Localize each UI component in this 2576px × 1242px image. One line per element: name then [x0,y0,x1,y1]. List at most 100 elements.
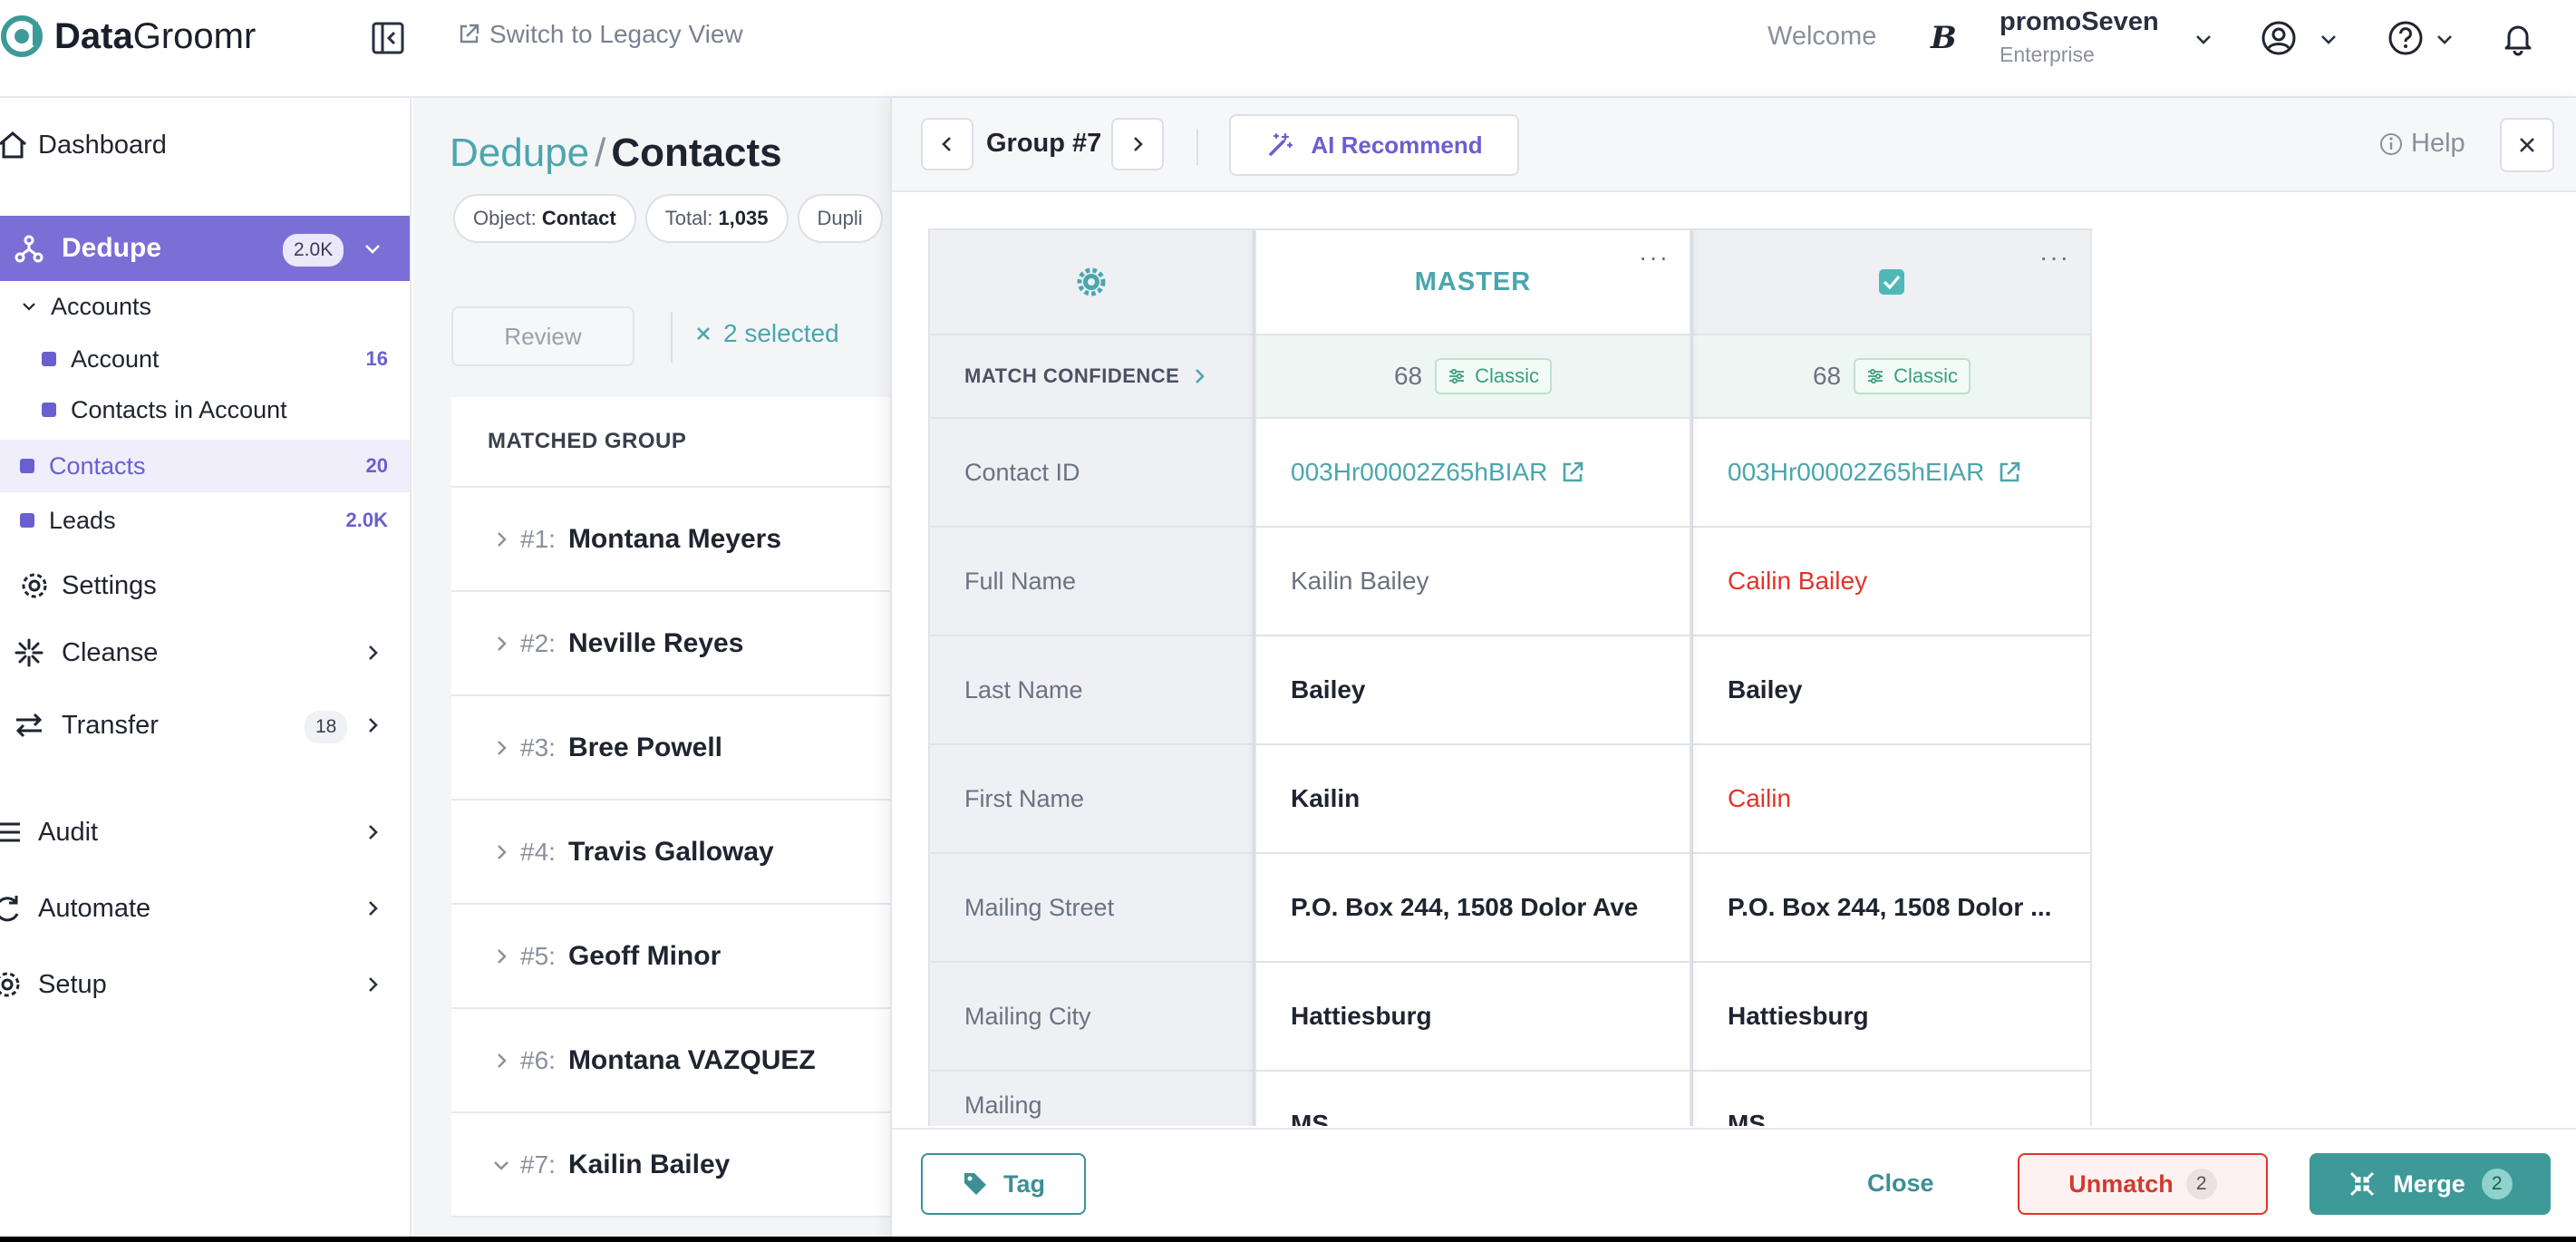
more-options-icon[interactable]: ··· [2039,243,2070,272]
sidebar-item-contacts[interactable]: Contacts 20 [0,440,410,492]
page-title: Contacts [611,131,782,175]
matched-group-row[interactable]: #4: Travis Galloway [451,801,905,905]
matched-group-list: MATCHED GROUP #1: Montana Meyers #2: Nevill… [451,397,905,1218]
sidebar-item-cleanse[interactable]: Cleanse [0,620,410,685]
sidebar-item-settings[interactable]: Settings [0,555,410,616]
mailing-state-value: MS [1256,1072,1690,1126]
field-label: Mailing City [930,963,1253,1072]
sidebar-item-contacts-in-account[interactable]: Contacts in Account [0,384,410,435]
group-name: Bree Powell [567,732,723,762]
selected-count-label: 2 selected [723,319,839,347]
breadcrumb-dedupe-link[interactable]: Dedupe [450,131,589,175]
close-button[interactable]: Close [1867,1169,1934,1198]
matched-group-row[interactable]: #2: Neville Reyes [451,592,905,696]
chevron-right-icon[interactable] [491,738,511,758]
group-title: Group #7 [986,129,1102,158]
collapse-sidebar-icon[interactable] [370,20,406,56]
list-icon [0,822,20,842]
chevron-down-icon[interactable] [491,1155,511,1175]
sidebar-item-label: Cleanse [62,637,159,667]
more-options-icon[interactable]: ··· [1639,243,1670,272]
unmatch-button[interactable]: Unmatch 2 [2018,1153,2268,1215]
chevron-right-icon [1134,137,1143,151]
previous-group-button[interactable] [921,118,973,170]
chevron-right-icon[interactable] [491,529,511,549]
group-name: Geoff Minor [567,940,721,971]
chevron-right-icon[interactable] [491,842,511,862]
chevron-right-icon [1196,369,1206,383]
review-button[interactable]: Review [451,306,634,366]
mailing-city-value: Hattiesburg [1693,963,2090,1072]
chevron-right-icon[interactable] [491,1051,511,1071]
match-confidence-label[interactable]: MATCH CONFIDENCE [930,335,1253,419]
chevron-right-icon[interactable] [363,898,383,918]
group-name: Montana VAZQUEZ [567,1044,816,1075]
sidebar-item-transfer[interactable]: Transfer 18 [0,693,410,758]
settings-gear-icon[interactable] [1075,266,1108,298]
sidebar-item-leads[interactable]: Leads 2.0K [0,493,410,548]
chevron-right-icon[interactable] [363,822,383,842]
mailing-state-value: MS [1693,1072,2090,1126]
chevron-down-icon[interactable] [2435,29,2455,49]
tag-button[interactable]: Tag [921,1153,1086,1215]
match-confidence-value: 68 Classic [1256,335,1690,419]
selected-count-chip[interactable]: 2 selected [694,319,839,348]
matched-group-row[interactable]: #6: Montana VAZQUEZ [451,1009,905,1113]
sidebar-item-audit[interactable]: Audit [0,800,410,865]
matched-group-row[interactable]: #7: Kailin Bailey [451,1113,905,1218]
chevron-right-icon[interactable] [491,634,511,654]
sidebar-item-account[interactable]: Account 16 [0,334,410,384]
contact-id-link[interactable]: 003Hr00002Z65hEIAR [1728,458,2022,487]
external-link-icon [460,24,479,44]
next-group-button[interactable] [1111,118,1164,170]
sidebar-item-dedupe[interactable]: Dedupe 2.0K [0,216,410,281]
sidebar-item-automate[interactable]: Automate [0,876,410,941]
field-label: First Name [930,745,1253,854]
sidebar-item-label: Leads [49,506,116,534]
clear-selection-icon[interactable] [694,325,712,343]
top-bar: DataGroomr Switch to Legacy View Welcome… [0,0,2576,98]
sliders-icon [1449,368,1465,384]
sidebar-item-label: Transfer [62,710,159,740]
chevron-down-icon[interactable] [2319,29,2339,49]
selected-checkbox-icon[interactable] [1877,267,1906,296]
sidebar-item-label: Setup [38,969,107,999]
chevron-right-icon[interactable] [491,946,511,966]
notification-bell-icon[interactable] [2498,18,2538,58]
sidebar-item-label: Settings [62,570,157,600]
confidence-score: 68 [1393,362,1423,390]
chevron-down-icon[interactable] [2193,29,2213,49]
sidebar-item-accounts[interactable]: Accounts [0,281,410,332]
datagroomr-logo[interactable]: DataGroomr [0,13,256,60]
close-panel-button[interactable] [2500,118,2554,172]
main-content: Dedupe / Contacts Object: Contact Total: 1… [413,98,905,1242]
classic-badge: Classic [1854,358,1971,394]
full-name-value: Cailin Bailey [1693,528,2090,636]
tag-icon [964,1173,986,1195]
help-link[interactable]: Help [2378,129,2465,159]
contact-id-link[interactable]: 003Hr00002Z65hBIAR [1291,458,1585,487]
object-pill: Object: Contact [453,194,636,243]
matched-group-row[interactable]: #3: Bree Powell [451,696,905,801]
group-number: #4: [520,837,556,866]
matched-group-row[interactable]: #5: Geoff Minor [451,905,905,1009]
sidebar-item-dashboard[interactable]: Dashboard [0,112,410,178]
switch-legacy-view-link[interactable]: Switch to Legacy View [457,20,743,49]
org-switcher[interactable]: promoSeven Enterprise [2000,7,2159,67]
ai-recommend-button[interactable]: AI Recommend [1229,114,1519,176]
panel-header: Group #7 AI Recommend Help [892,98,2576,192]
chevron-right-icon[interactable] [363,715,383,735]
help-circle-icon[interactable] [2386,18,2426,58]
dedupe-count-badge: 2.0K [283,234,344,267]
master-header-cell: MASTER ··· [1256,230,1690,335]
user-account-icon[interactable] [2259,18,2299,58]
chevron-right-icon[interactable] [363,643,383,663]
chevron-down-icon[interactable] [363,238,383,258]
chevron-right-icon[interactable] [363,975,383,995]
master-label: MASTER [1414,267,1532,296]
sidebar-item-count: 2.0K [345,509,388,531]
external-link-icon [2000,461,2020,482]
matched-group-row[interactable]: #1: Montana Meyers [451,488,905,592]
sidebar-item-setup[interactable]: Setup [0,952,410,1017]
merge-button[interactable]: Merge 2 [2310,1153,2551,1215]
